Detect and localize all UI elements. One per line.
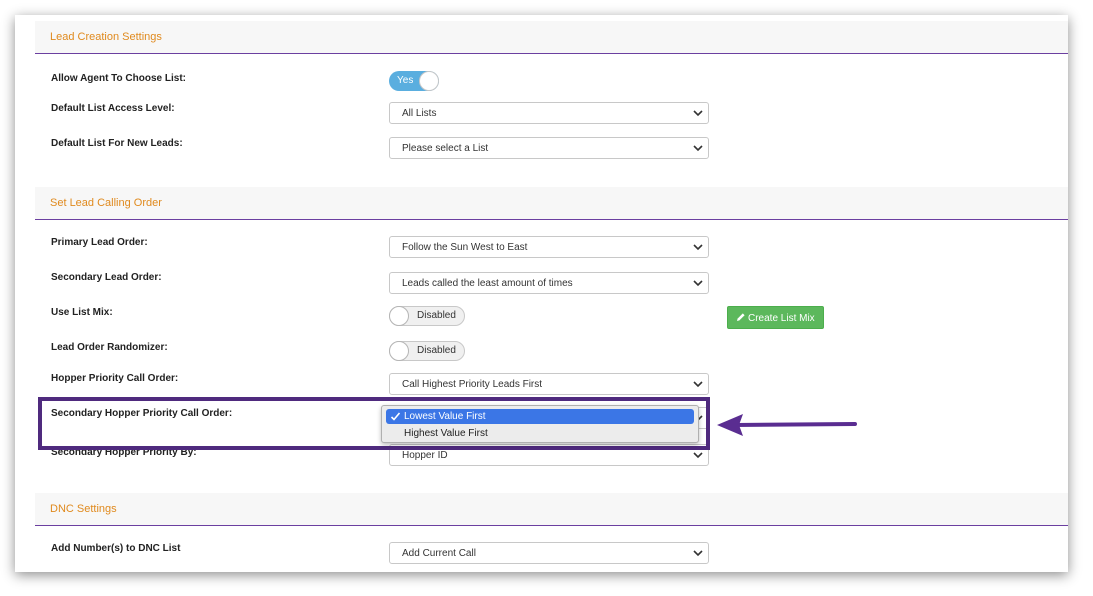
select-value: All Lists — [402, 108, 437, 119]
toggle-text: Yes — [397, 75, 414, 86]
chevron-down-icon — [693, 381, 703, 388]
section-header-calling-order: Set Lead Calling Order — [35, 187, 1068, 220]
dropdown-option[interactable]: Highest Value First — [386, 426, 694, 441]
section-header-lead-creation: Lead Creation Settings — [35, 21, 1068, 54]
chevron-down-icon — [693, 280, 703, 287]
default-list-select[interactable]: Please select a List — [389, 137, 709, 159]
allow-agent-label: Allow Agent To Choose List: — [51, 73, 186, 84]
option-label: Lowest Value First — [404, 411, 486, 422]
pencil-icon — [737, 313, 745, 321]
section-title: DNC Settings — [50, 503, 117, 515]
button-label: Create List Mix — [748, 313, 815, 324]
toggle-knob — [389, 306, 409, 326]
secondary-order-select[interactable]: Leads called the least amount of times — [389, 272, 709, 294]
randomizer-toggle[interactable]: Disabled — [389, 341, 465, 361]
chevron-down-icon — [693, 145, 703, 152]
settings-panel: Lead Creation Settings Allow Agent To Ch… — [15, 15, 1068, 572]
section-title: Set Lead Calling Order — [50, 197, 162, 209]
chevron-down-icon — [693, 244, 703, 251]
add-dnc-label: Add Number(s) to DNC List — [51, 543, 181, 554]
toggle-knob — [389, 341, 409, 361]
select-value: Leads called the least amount of times — [402, 278, 573, 289]
select-value: Add Current Call — [402, 548, 476, 559]
select-value: Follow the Sun West to East — [402, 242, 528, 253]
default-list-label: Default List For New Leads: — [51, 138, 183, 149]
section-header-dnc: DNC Settings — [35, 493, 1068, 526]
toggle-knob — [419, 71, 439, 91]
option-label: Highest Value First — [404, 428, 488, 439]
select-value: Please select a List — [402, 143, 489, 154]
default-access-label: Default List Access Level: — [51, 103, 175, 114]
secondary-hopper-dropdown[interactable]: Lowest Value First Highest Value First — [381, 405, 699, 443]
chevron-down-icon — [693, 550, 703, 557]
toggle-text: Disabled — [417, 345, 456, 356]
secondary-hopper-label: Secondary Hopper Priority Call Order: — [51, 408, 233, 419]
chevron-down-icon — [693, 110, 703, 117]
chevron-down-icon — [693, 452, 703, 459]
primary-order-label: Primary Lead Order: — [51, 237, 148, 248]
allow-agent-toggle[interactable]: Yes — [389, 71, 439, 91]
list-mix-label: Use List Mix: — [51, 307, 113, 318]
create-list-mix-button[interactable]: Create List Mix — [727, 306, 824, 329]
section-title: Lead Creation Settings — [50, 31, 162, 43]
hopper-priority-label: Hopper Priority Call Order: — [51, 373, 179, 384]
arrow-left-icon — [717, 414, 857, 436]
randomizer-label: Lead Order Randomizer: — [51, 342, 168, 353]
list-mix-toggle[interactable]: Disabled — [389, 306, 465, 326]
add-dnc-select[interactable]: Add Current Call — [389, 542, 709, 564]
select-value: Hopper ID — [402, 450, 448, 461]
hopper-priority-select[interactable]: Call Highest Priority Leads First — [389, 373, 709, 395]
select-value: Call Highest Priority Leads First — [402, 379, 543, 390]
primary-order-select[interactable]: Follow the Sun West to East — [389, 236, 709, 258]
toggle-text: Disabled — [417, 310, 456, 321]
checkmark-icon — [390, 412, 401, 421]
default-access-select[interactable]: All Lists — [389, 102, 709, 124]
dropdown-option-selected[interactable]: Lowest Value First — [386, 409, 694, 424]
secondary-order-label: Secondary Lead Order: — [51, 272, 162, 283]
